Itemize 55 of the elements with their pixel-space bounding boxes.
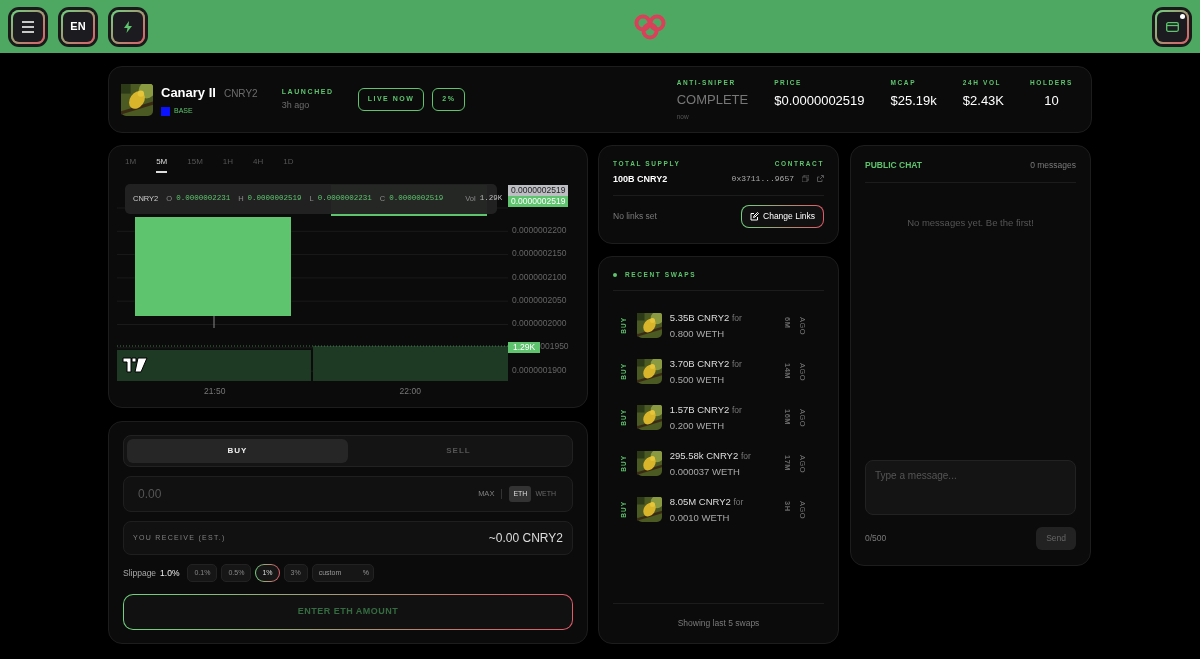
swap-amount: 5.35B CNRY2 (669, 311, 730, 323)
slippage-value: 1.0% (160, 566, 180, 580)
supply-value: 100B CNRY2 (613, 172, 669, 186)
contract-address: 0x3711...9657 (731, 172, 794, 185)
price-tick: 0.0000002050 (512, 294, 567, 305)
swap-amount: 8.05M CNRY2 (669, 495, 731, 507)
stat-value: 10 (1044, 91, 1059, 110)
token-name: Canary II (161, 83, 216, 102)
swap-paid: 0.000037 WETH (669, 464, 741, 479)
time-label: 21:50 (204, 386, 226, 396)
timeframe-tab[interactable]: 5M (156, 156, 168, 173)
price-tick: 0.0000002100 (512, 271, 567, 282)
character-counter: 0/500 (865, 532, 887, 545)
stat-value: $25.19k (890, 91, 937, 110)
price-tick: 0.0000002000 (512, 318, 567, 329)
swap-paid: 0.200 WETH (669, 418, 726, 433)
empty-chat-message: No messages yet. Be the first! (907, 216, 1034, 228)
swap-paid: 0.0010 WETH (669, 510, 731, 525)
stat-value: COMPLETE (676, 91, 749, 110)
swaps-footer: Showing last 5 swaps (677, 618, 760, 628)
swap-joiner: for (731, 358, 742, 369)
enter-amount-button[interactable]: ENTER ETH AMOUNT (123, 594, 573, 630)
price-tick: 001950 (540, 340, 569, 354)
price-tick: 0.0000002150 (512, 248, 567, 259)
token-ticker: CNRY2 (223, 86, 258, 101)
message-count: 0 messages (1030, 159, 1076, 172)
send-button[interactable]: Send (1036, 527, 1076, 550)
swap-joiner: for (731, 312, 742, 323)
swap-joiner: for (733, 496, 744, 507)
time-label: 22:00 (399, 386, 421, 396)
timeframe-tab[interactable]: 1M (125, 156, 137, 173)
volume-tag: 1.29K (508, 341, 541, 353)
stat-value: $0.0000002519 (774, 91, 865, 110)
price-tick: 0.0000002200 (512, 225, 567, 235)
launched-time: 3h ago (281, 99, 311, 112)
links-status: No links set (613, 210, 657, 223)
price-tag: 0.0000002519 (508, 196, 569, 207)
swap-amount: 3.70B CNRY2 (669, 357, 730, 369)
timeframe-tab[interactable]: 1D (283, 156, 294, 173)
price-tick: 0.0000001900 (512, 364, 567, 375)
swap-amount: 1.57B CNRY2 (669, 403, 730, 415)
stat-value: $2.43K (962, 91, 1004, 110)
price-tag: 0.0000002519 (508, 185, 569, 196)
slippage-label: Slippage (123, 566, 157, 580)
message-field[interactable]: Type a message... (865, 460, 1076, 516)
swap-paid: 0.800 WETH (669, 326, 726, 341)
change-links-button[interactable]: Change Links (741, 205, 824, 228)
swap-paid: 0.500 WETH (669, 372, 726, 387)
swap-joiner: for (740, 450, 751, 461)
receive-value: ~0.00 CNRY2 (488, 529, 563, 547)
language-button[interactable]: EN (61, 9, 95, 44)
side-tab[interactable]: BUY (127, 439, 348, 463)
chat-title: PUBLIC CHAT (865, 159, 922, 172)
swap-amount: 295.58k CNRY2 (669, 449, 739, 461)
swap-joiner: for (731, 404, 742, 415)
